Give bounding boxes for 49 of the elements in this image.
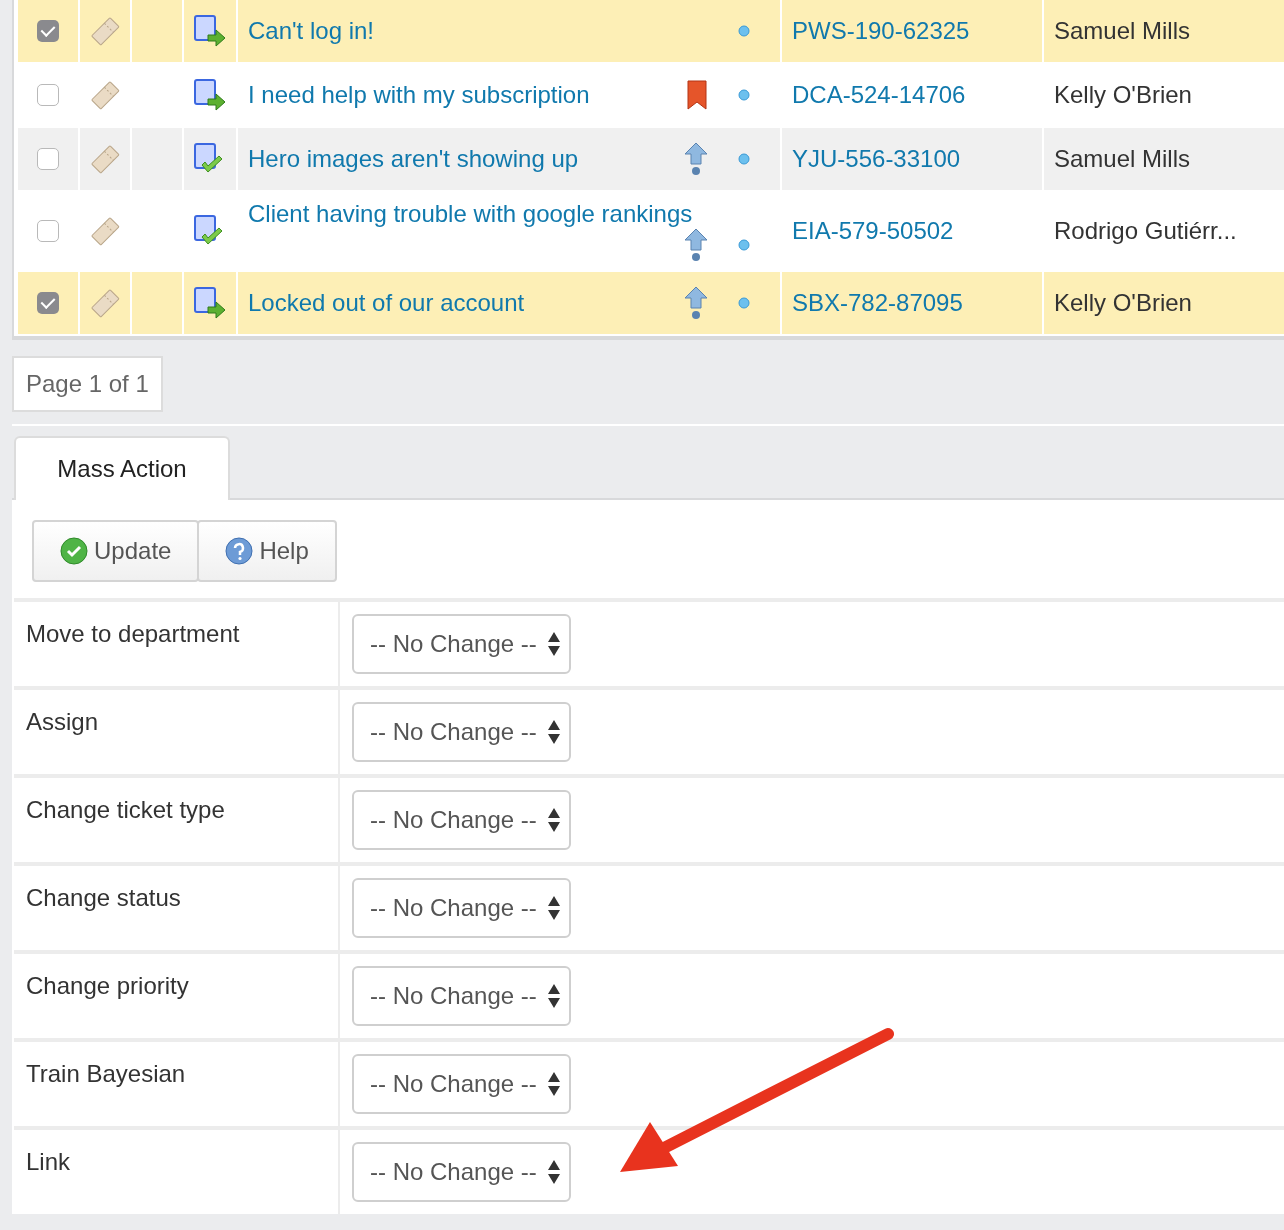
table-cell [132,272,182,334]
select-field[interactable]: -- No Change -- [352,702,571,762]
update-button[interactable]: Update [32,520,200,582]
field-label: Change status [14,866,338,950]
dot-icon [738,239,750,251]
ticket-id-link[interactable]: DCA-524-14706 [782,81,966,109]
row-checkbox[interactable] [37,292,59,314]
owner-name: Kelly O'Brien [1053,81,1192,109]
ticket-id-link[interactable]: EIA-579-50502 [782,217,954,245]
owner-name: Samuel Mills [1053,145,1191,173]
dot-icon [738,153,750,165]
select-field[interactable]: -- No Change -- [352,790,571,850]
row-checkbox[interactable] [37,20,59,42]
ticket-subject-link[interactable]: Can't log in! [248,17,374,45]
select-field[interactable]: -- No Change -- [352,966,571,1026]
ticket-subject-link[interactable]: Client having trouble with google rankings [248,200,693,228]
help-icon [225,537,254,565]
field-label: Move to department [14,602,338,686]
up-down-caret-icon [546,630,561,658]
row-checkbox[interactable] [37,148,59,170]
select-field[interactable]: -- No Change -- [352,1054,571,1114]
select-field[interactable]: -- No Change -- [352,878,571,938]
owner-name: Samuel Mills [1053,17,1191,45]
field-label: Change priority [14,954,338,1038]
dot-icon [738,89,750,101]
select-field[interactable]: -- No Change -- [352,614,571,674]
up-down-caret-icon [546,982,561,1010]
field-label: Assign [14,690,338,774]
owner-name: Rodrigo Gutiérr... [1053,217,1237,245]
dot-icon [738,25,750,37]
tab[interactable]: Mass Action [14,436,230,500]
select-field[interactable]: -- No Change -- [352,1142,571,1202]
field-label: Link [14,1130,338,1214]
ticket-subject-link[interactable]: I need help with my subscription [248,81,590,109]
up-down-caret-icon [546,1158,561,1186]
up-down-caret-icon [546,1070,561,1098]
up-down-caret-icon [546,806,561,834]
row-checkbox[interactable] [37,220,59,242]
check-circle-icon [60,537,88,565]
row-checkbox[interactable] [37,84,59,106]
dot-icon [738,297,750,309]
field-label: Change ticket type [14,778,338,862]
field-label: Train Bayesian [14,1042,338,1126]
up-down-caret-icon [546,894,561,922]
table-cell [132,0,182,62]
owner-name: Kelly O'Brien [1053,289,1192,317]
up-down-caret-icon [546,718,561,746]
help-button[interactable]: Help [197,520,337,582]
page-indicator: Page 1 of 1 [12,356,163,412]
